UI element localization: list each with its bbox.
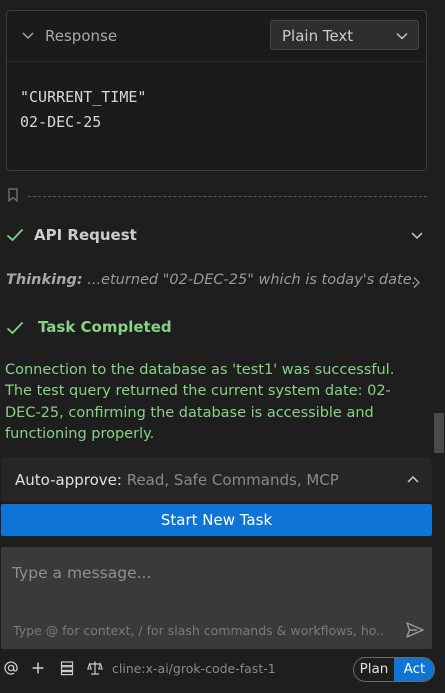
thinking-row[interactable]: Thinking: ...eturned "02-DEC-25" which i… bbox=[6, 272, 426, 294]
thinking-label: Thinking: bbox=[6, 272, 83, 288]
thinking-text: ...eturned "02-DEC-25" which is today's … bbox=[82, 272, 417, 288]
scrollbar-thumb[interactable] bbox=[434, 413, 444, 453]
mode-act-button[interactable]: Act bbox=[394, 658, 434, 681]
send-icon[interactable] bbox=[405, 621, 425, 639]
auto-approve-label: Auto-approve: Read, Safe Commands, MCP bbox=[15, 471, 339, 489]
code-line: 02-DEC-25 bbox=[20, 113, 102, 131]
task-completed-row: Task Completed bbox=[0, 313, 445, 341]
response-code: "CURRENT_TIME" 02-DEC-25 bbox=[20, 85, 146, 135]
checkpoint-divider bbox=[28, 196, 427, 197]
response-divider bbox=[7, 61, 426, 62]
model-selector[interactable]: cline:x-ai/grok-code-fast-1 bbox=[112, 661, 276, 676]
response-card: Response Plain Text "CURRENT_TIME" 02-DEC… bbox=[6, 10, 427, 171]
at-icon[interactable] bbox=[3, 660, 19, 676]
task-result-text: Connection to the database as 'test1' wa… bbox=[5, 362, 395, 442]
mode-toggle[interactable]: Plan Act bbox=[353, 657, 435, 682]
plus-icon[interactable] bbox=[30, 660, 46, 676]
api-request-label: API Request bbox=[34, 226, 137, 244]
language-select[interactable]: Plain Text bbox=[270, 20, 419, 50]
server-icon[interactable] bbox=[59, 660, 75, 676]
input-hint: Type @ for context, / for slash commands… bbox=[13, 623, 383, 638]
response-header[interactable]: Response Plain Text bbox=[7, 11, 426, 61]
language-select-value: Plain Text bbox=[282, 27, 354, 45]
message-input[interactable]: Type a message... Type @ for context, / … bbox=[1, 547, 432, 649]
code-line: "CURRENT_TIME" bbox=[20, 88, 147, 106]
start-new-task-button[interactable]: Start New Task bbox=[1, 504, 432, 536]
chevron-down-icon[interactable] bbox=[21, 29, 35, 43]
check-icon bbox=[6, 321, 24, 335]
auto-approve-values: Read, Safe Commands, MCP bbox=[121, 471, 339, 489]
chevron-down-icon[interactable] bbox=[410, 229, 424, 243]
task-completed-label: Task Completed bbox=[38, 318, 172, 336]
chevron-right-icon[interactable] bbox=[411, 276, 421, 289]
bottom-toolbar: cline:x-ai/grok-code-fast-1 Plan Act bbox=[0, 656, 445, 682]
scale-icon[interactable] bbox=[87, 660, 103, 676]
api-request-row[interactable]: API Request bbox=[0, 220, 445, 250]
bookmark-icon[interactable] bbox=[7, 188, 19, 202]
response-title: Response bbox=[45, 27, 118, 45]
check-icon bbox=[6, 228, 24, 242]
auto-approve-title: Auto-approve: bbox=[15, 471, 122, 489]
checkpoint-row bbox=[6, 188, 427, 202]
mode-plan-button[interactable]: Plan bbox=[354, 658, 394, 681]
chevron-down-icon bbox=[396, 33, 408, 40]
message-placeholder: Type a message... bbox=[12, 564, 152, 582]
chevron-up-icon[interactable] bbox=[406, 472, 420, 486]
auto-approve-bar[interactable]: Auto-approve: Read, Safe Commands, MCP bbox=[1, 457, 432, 501]
